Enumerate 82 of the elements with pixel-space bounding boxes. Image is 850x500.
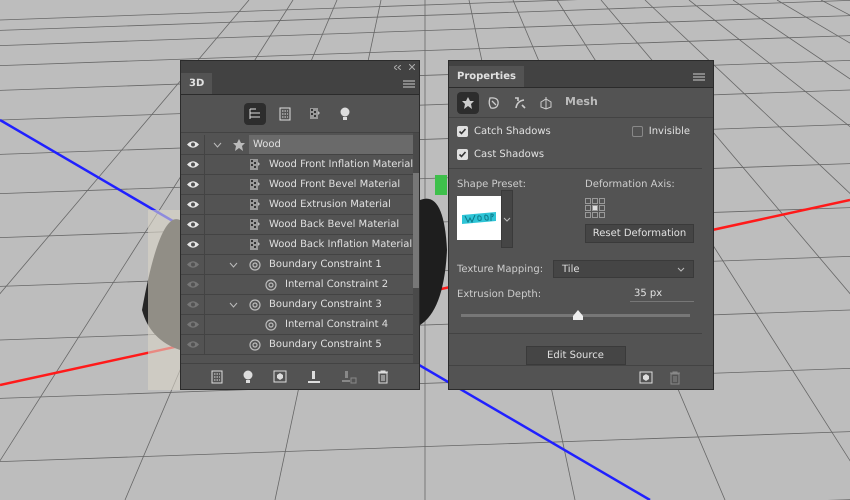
scene-tab[interactable] bbox=[457, 92, 479, 114]
coordinates-icon bbox=[539, 96, 553, 110]
eye-icon[interactable] bbox=[186, 200, 200, 209]
eye-icon[interactable] bbox=[186, 160, 200, 169]
target-circle-icon bbox=[249, 298, 261, 310]
extrusion-depth-field[interactable]: 35 px bbox=[630, 286, 694, 302]
shape-preset-thumbnail[interactable] bbox=[457, 196, 501, 240]
render-button[interactable] bbox=[273, 370, 287, 383]
layer-item[interactable]: Wood Back Inflation Material bbox=[265, 235, 414, 254]
target-circle-icon bbox=[249, 258, 261, 270]
panel-tab[interactable]: Properties bbox=[449, 66, 524, 87]
deformation-axis-label: Deformation Axis: bbox=[585, 178, 676, 192]
reset-deformation-button[interactable]: Reset Deformation bbox=[585, 224, 694, 243]
material-icon bbox=[249, 198, 261, 211]
texture-mapping-label: Texture Mapping: bbox=[457, 262, 544, 276]
ground-button[interactable] bbox=[307, 370, 321, 384]
light-button[interactable] bbox=[243, 370, 253, 384]
slider-thumb[interactable] bbox=[572, 310, 584, 320]
calculator-icon bbox=[211, 370, 223, 384]
checkbox-label: Invisible bbox=[648, 125, 690, 139]
extrusion-depth-label: Extrusion Depth: bbox=[457, 288, 542, 302]
eye-icon[interactable] bbox=[186, 220, 200, 229]
layer-item[interactable]: Boundary Constraint 3 bbox=[265, 295, 414, 314]
target-circle-icon bbox=[265, 278, 277, 290]
layer-item[interactable]: Wood Back Bevel Material bbox=[265, 215, 414, 234]
material-icon bbox=[249, 158, 261, 171]
chevron-icon bbox=[677, 266, 685, 272]
checkbox[interactable] bbox=[457, 149, 468, 160]
checkbox[interactable] bbox=[457, 126, 468, 137]
target-circle-icon bbox=[249, 338, 261, 350]
scene-filter-button[interactable] bbox=[244, 102, 266, 124]
trash-icon bbox=[669, 370, 681, 384]
material-icon bbox=[309, 107, 321, 120]
chevron-icon[interactable] bbox=[228, 262, 238, 268]
layer-item[interactable]: Boundary Constraint 5 bbox=[265, 335, 414, 354]
star-shape-icon bbox=[232, 138, 246, 152]
trash-icon bbox=[377, 370, 389, 384]
collapse-icon[interactable] bbox=[394, 64, 401, 70]
layer-item[interactable]: Internal Constraint 4 bbox=[281, 315, 414, 334]
cap-icon bbox=[513, 96, 527, 110]
layer-item[interactable]: Boundary Constraint 1 bbox=[265, 255, 414, 274]
texture-mapping-dropdown[interactable]: Tile bbox=[553, 260, 694, 278]
shape-preset-label: Shape Preset: bbox=[457, 178, 528, 192]
close-icon[interactable] bbox=[409, 64, 415, 70]
ground-object-icon bbox=[341, 370, 357, 384]
mesh-tab[interactable]: Mesh bbox=[561, 92, 602, 114]
cube-frame-icon bbox=[639, 371, 653, 384]
deform-icon bbox=[487, 96, 501, 110]
checkbox[interactable] bbox=[632, 126, 643, 137]
checkbox-label: Catch Shadows bbox=[474, 125, 551, 139]
axis-grid-icon[interactable] bbox=[585, 198, 605, 218]
target-circle-icon bbox=[265, 318, 277, 330]
eye-icon[interactable] bbox=[186, 140, 200, 149]
edit-source-button[interactable]: Edit Source bbox=[526, 346, 626, 365]
material-icon bbox=[249, 218, 261, 231]
star-shape-icon bbox=[461, 96, 475, 110]
chevron-icon[interactable] bbox=[212, 142, 222, 148]
chevron-icon[interactable] bbox=[228, 302, 238, 308]
render-button[interactable] bbox=[639, 371, 653, 384]
calculator-icon bbox=[279, 106, 291, 120]
lightbulb-icon bbox=[243, 370, 253, 384]
tree-list-icon bbox=[248, 106, 262, 120]
chevron-icon bbox=[503, 216, 511, 222]
material-icon bbox=[249, 238, 261, 251]
material-icon bbox=[249, 178, 261, 191]
layer-item[interactable]: Wood Front Bevel Material bbox=[265, 175, 414, 194]
ground-plane-icon bbox=[307, 370, 321, 384]
menu-icon[interactable] bbox=[403, 80, 415, 88]
menu-icon[interactable] bbox=[693, 72, 705, 80]
scrollbar[interactable] bbox=[413, 133, 419, 363]
layer-item[interactable]: Wood Front Inflation Material bbox=[265, 155, 414, 174]
checkbox-label: Cast Shadows bbox=[474, 148, 544, 162]
eye-icon[interactable] bbox=[186, 180, 200, 189]
lightbulb-icon bbox=[340, 106, 350, 120]
mesh-button[interactable] bbox=[211, 370, 223, 384]
layer-item[interactable]: Wood bbox=[249, 135, 414, 154]
layer-item[interactable]: Internal Constraint 2 bbox=[281, 275, 414, 294]
panel-tab[interactable]: 3D bbox=[181, 73, 212, 94]
eye-icon[interactable] bbox=[186, 240, 200, 249]
3d-text-shape-icon bbox=[461, 210, 497, 226]
cube-frame-icon bbox=[273, 370, 287, 383]
layer-item[interactable]: Wood Extrusion Material bbox=[265, 195, 414, 214]
